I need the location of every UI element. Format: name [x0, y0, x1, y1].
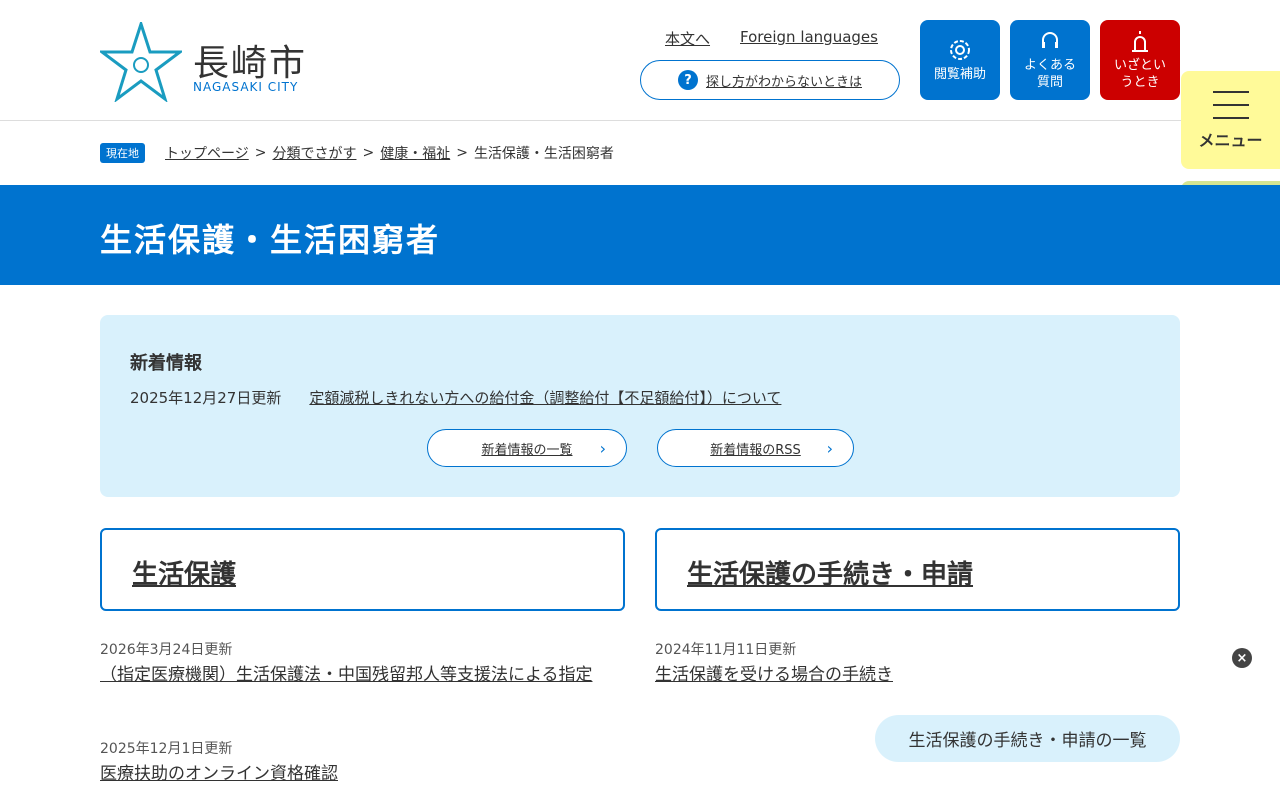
page-title: 生活保護・生活困窮者 — [100, 221, 441, 259]
foreign-languages-link[interactable]: Foreign languages — [740, 28, 878, 49]
article-link[interactable]: 生活保護を受ける場合の手続き — [655, 665, 893, 685]
close-icon[interactable]: × — [1232, 648, 1252, 668]
news-list-button[interactable]: 新着情報の一覧 › — [427, 429, 627, 467]
title-banner: 生活保護・生活困窮者 — [0, 185, 1280, 285]
breadcrumb-health[interactable]: 健康・福祉 — [380, 143, 450, 163]
news-heading: 新着情報 — [130, 353, 202, 374]
site-logo[interactable]: 長崎市 NAGASAKI CITY — [100, 22, 305, 102]
current-location-badge: 現在地 — [100, 143, 145, 163]
logo-text: 長崎市 — [193, 43, 308, 84]
menu-button[interactable]: メニュー — [1181, 71, 1280, 169]
article-link[interactable]: 医療扶助のオンライン資格確認 — [100, 764, 338, 784]
headset-icon — [1042, 31, 1058, 48]
logo-subtext: NAGASAKI CITY — [193, 80, 299, 94]
skip-to-content-link[interactable]: 本文へ — [665, 28, 710, 49]
section-card-seikatsu-hogo: 生活保護 — [100, 528, 625, 611]
search-help-button[interactable]: ? 探し方がわからないときは — [640, 60, 900, 100]
breadcrumb: 現在地 トップページ > 分類でさがす > 健康・福祉 > 生活保護・生活困窮者 — [100, 143, 614, 163]
emergency-button[interactable]: いざというとき — [1100, 20, 1180, 100]
list-item: 2026年3月24日更新 （指定医療機関）生活保護法・中国残留邦人等支援法による… — [100, 642, 593, 685]
breadcrumb-current: 生活保護・生活困窮者 — [473, 146, 614, 162]
breadcrumb-category[interactable]: 分類でさがす — [272, 143, 356, 163]
article-link[interactable]: （指定医療機関）生活保護法・中国残留邦人等支援法による指定 — [100, 665, 593, 685]
accessibility-button[interactable]: 閲覧補助 — [920, 20, 1000, 100]
news-box: 新着情報 2025年12月27日更新 定額減税しきれない方への給付金（調整給付【不… — [100, 315, 1180, 497]
site-header: 長崎市 NAGASAKI CITY 本文へ Foreign languages … — [0, 0, 1280, 121]
list-item: 2025年12月1日更新 医療扶助のオンライン資格確認 — [100, 741, 338, 784]
list-item: 2024年11月11日更新 生活保護を受ける場合の手続き — [655, 642, 893, 685]
news-date: 2025年12月27日更新 — [130, 389, 282, 407]
section-card-procedures: 生活保護の手続き・申請 — [655, 528, 1180, 611]
chevron-right-icon: › — [599, 439, 606, 458]
alarm-icon — [1132, 30, 1148, 52]
news-rss-button[interactable]: 新着情報のRSS › — [657, 429, 854, 467]
news-link[interactable]: 定額減税しきれない方への給付金（調整給付【不足額給付】）について — [309, 387, 781, 408]
chevron-right-icon: › — [826, 439, 833, 458]
breadcrumb-top[interactable]: トップページ — [165, 143, 249, 163]
procedures-list-button[interactable]: 生活保護の手続き・申請の一覧 — [875, 715, 1180, 762]
star-logo-icon — [100, 22, 182, 102]
question-icon: ? — [677, 70, 698, 90]
faq-button[interactable]: よくある質問 — [1010, 20, 1090, 100]
hamburger-icon — [1212, 91, 1249, 119]
gear-icon — [950, 40, 970, 60]
